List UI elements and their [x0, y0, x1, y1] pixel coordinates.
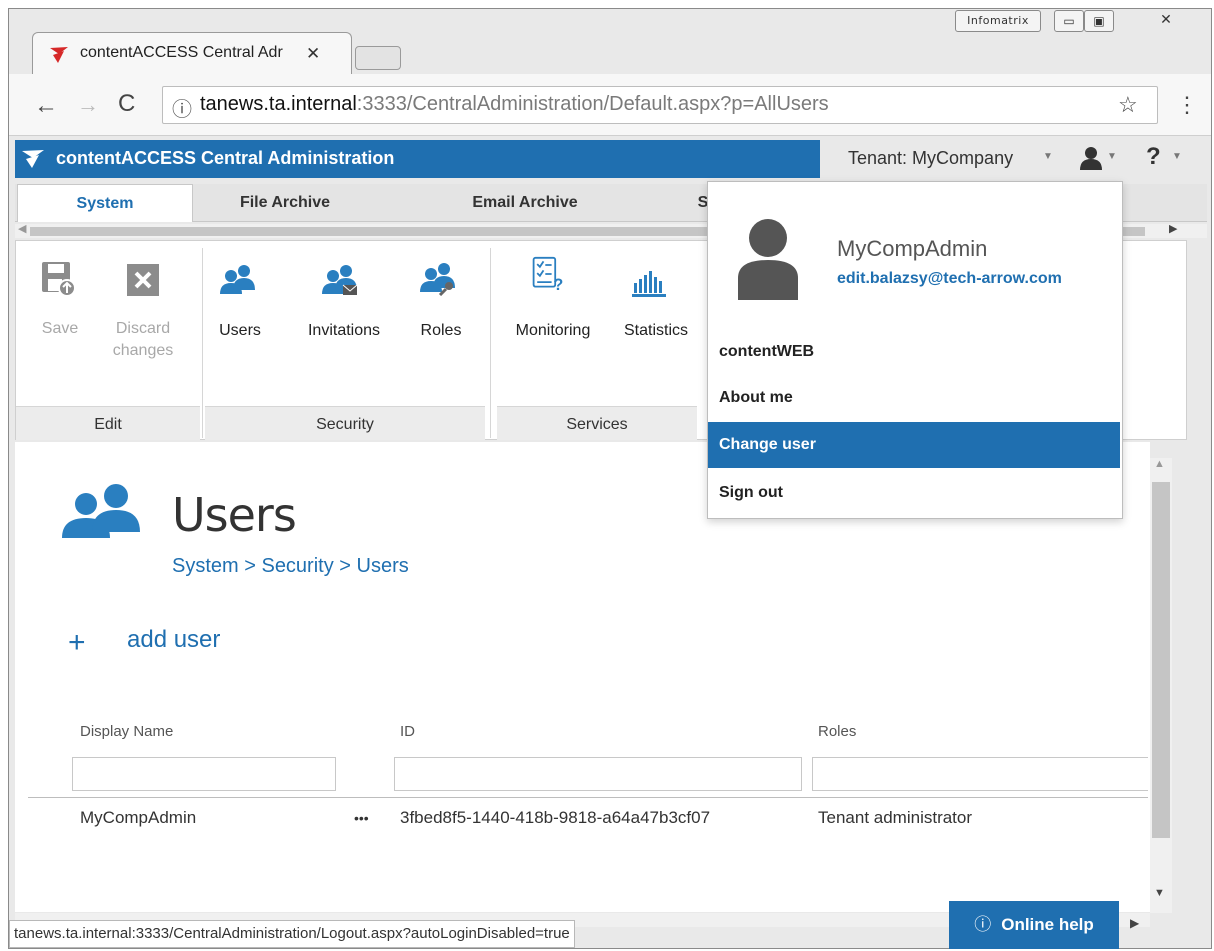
- menu-item-change-user[interactable]: Change user: [708, 422, 1120, 468]
- roles-filter-input[interactable]: [812, 757, 1148, 791]
- infomatrix-button[interactable]: Infomatrix: [955, 10, 1041, 32]
- vertical-scroll-thumb[interactable]: [1152, 482, 1170, 838]
- cell-id[interactable]: 3fbed8f5-1440-418b-9818-a64a47b3cf07: [400, 808, 710, 828]
- help-icon[interactable]: ?: [1146, 143, 1161, 171]
- info-icon: ⓘ: [974, 915, 992, 934]
- url-path: :3333/CentralAdministration/Default.aspx…: [356, 93, 829, 115]
- scroll-left-icon[interactable]: ◀: [18, 222, 26, 235]
- ribbon-group-edit: Edit: [16, 406, 200, 440]
- row-more-icon[interactable]: •••: [354, 810, 369, 826]
- app-title: contentACCESS Central Administration: [56, 148, 395, 168]
- ribbon-divider: [202, 248, 203, 438]
- save-button[interactable]: Save: [40, 318, 80, 340]
- svg-text:?: ?: [553, 276, 563, 292]
- cell-display-name[interactable]: MyCompAdmin: [80, 808, 196, 828]
- forward-arrow-icon[interactable]: →: [77, 92, 99, 118]
- display-name-filter-input[interactable]: [72, 757, 336, 791]
- ribbon-group-services: Services: [497, 406, 697, 440]
- user-account-icon[interactable]: [1080, 146, 1102, 170]
- user-caret-icon[interactable]: ▼: [1107, 151, 1117, 162]
- scroll-up-icon[interactable]: ▲: [1154, 458, 1165, 470]
- back-arrow-icon[interactable]: ←: [34, 92, 58, 120]
- contentaccess-logo-icon: [50, 47, 68, 63]
- site-info-icon[interactable]: ⓘ: [172, 93, 192, 122]
- ribbon-group-security: Security: [205, 406, 485, 440]
- menu-item-sign-out[interactable]: Sign out: [708, 470, 1120, 516]
- ribbon-tab-system[interactable]: System: [17, 184, 193, 222]
- page-title: Users: [172, 488, 297, 542]
- cell-roles[interactable]: Tenant administrator: [818, 808, 972, 828]
- breadcrumb[interactable]: System > Security > Users: [172, 555, 409, 578]
- discard-label-line2: changes: [112, 342, 174, 359]
- maximize-button[interactable]: ▣: [1084, 10, 1114, 32]
- statistics-icon[interactable]: [632, 266, 668, 302]
- roles-icon[interactable]: [420, 260, 456, 296]
- menu-item-contentweb[interactable]: contentWEB: [708, 329, 1120, 375]
- url-host: tanews.ta.internal: [200, 93, 357, 115]
- discard-label-line1: Discard: [115, 320, 171, 337]
- column-header-display-name[interactable]: Display Name: [80, 723, 173, 740]
- ribbon-tab-file-archive[interactable]: File Archive: [195, 184, 375, 222]
- scroll-right-icon[interactable]: ▶: [1169, 222, 1177, 235]
- users-icon[interactable]: [220, 262, 256, 298]
- statistics-button[interactable]: Statistics: [614, 320, 698, 342]
- help-caret-icon[interactable]: ▼: [1172, 151, 1182, 162]
- online-help-label: Online help: [1001, 915, 1094, 934]
- add-user-link[interactable]: add user: [127, 626, 220, 654]
- user-display-name: MyCompAdmin: [837, 236, 988, 261]
- save-disk-icon[interactable]: [40, 260, 76, 296]
- id-filter-input[interactable]: [394, 757, 802, 791]
- reload-icon[interactable]: C: [118, 90, 135, 118]
- ribbon-divider: [490, 248, 491, 438]
- menu-item-about-me[interactable]: About me: [708, 375, 1120, 421]
- users-button[interactable]: Users: [218, 320, 262, 342]
- scroll-down-icon[interactable]: ▼: [1154, 887, 1165, 899]
- users-page-icon: [62, 484, 140, 538]
- discard-changes-button[interactable]: Discard changes: [112, 318, 174, 362]
- online-help-button[interactable]: ⓘ Online help: [949, 901, 1119, 949]
- browser-menu-icon[interactable]: ⋮: [1176, 92, 1198, 118]
- user-email: edit.balazsy@tech-arrow.com: [837, 270, 1062, 287]
- ribbon-tab-email-archive[interactable]: Email Archive: [420, 184, 630, 222]
- invitations-button[interactable]: Invitations: [296, 320, 392, 342]
- discard-x-icon[interactable]: [125, 262, 161, 298]
- roles-button[interactable]: Roles: [412, 320, 470, 342]
- desktop-strip: [0, 0, 1214, 8]
- avatar-icon: [738, 219, 798, 300]
- bookmark-star-icon[interactable]: ☆: [1118, 92, 1138, 118]
- new-tab-button[interactable]: [355, 46, 401, 70]
- tab-close-icon[interactable]: ✕: [306, 44, 320, 64]
- status-bar-url: tanews.ta.internal:3333/CentralAdministr…: [9, 920, 575, 948]
- minimize-button[interactable]: ▭: [1054, 10, 1084, 32]
- tenant-selector[interactable]: Tenant: MyCompany: [848, 148, 1013, 169]
- browser-tab-title: contentACCESS Central Adr: [80, 44, 283, 61]
- column-header-id[interactable]: ID: [400, 723, 415, 740]
- tenant-caret-icon[interactable]: ▼: [1043, 151, 1053, 162]
- monitoring-icon[interactable]: ?: [530, 256, 566, 292]
- monitoring-button[interactable]: Monitoring: [500, 320, 606, 342]
- column-header-roles[interactable]: Roles: [818, 723, 856, 740]
- collapse-arrow-icon[interactable]: ▶: [1130, 916, 1139, 930]
- add-plus-icon[interactable]: +: [68, 626, 86, 660]
- close-window-button[interactable]: ✕: [1127, 10, 1205, 32]
- invitations-icon[interactable]: [322, 262, 358, 298]
- table-divider: [28, 797, 1148, 798]
- url-text[interactable]: tanews.ta.internal:3333/CentralAdministr…: [200, 93, 829, 116]
- app-logo-icon: [22, 150, 44, 168]
